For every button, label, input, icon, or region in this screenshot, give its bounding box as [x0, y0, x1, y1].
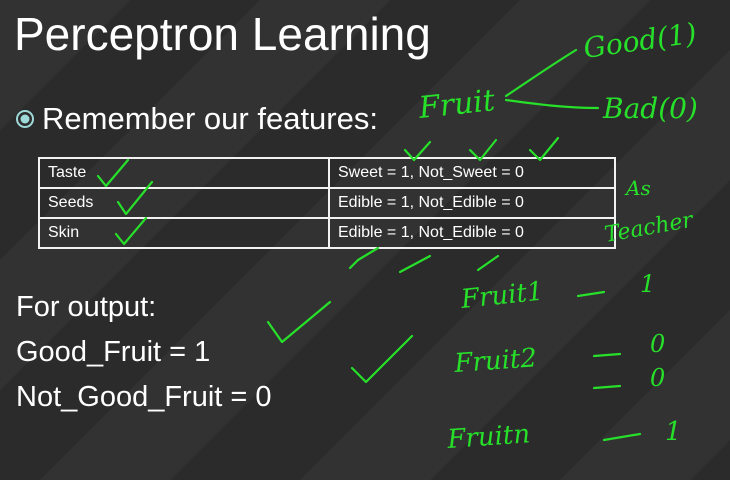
output-heading: For output:	[16, 291, 157, 323]
feature-name: Taste	[38, 157, 330, 189]
annotation-label-0b: 0	[650, 364, 665, 392]
annotation-fruit1: Fruit1	[459, 276, 545, 315]
bullet-remember-features: Remember our features:	[14, 100, 378, 138]
output-definition: For output: Good_Fruit = 1 Not_Good_Frui…	[16, 285, 272, 420]
feature-encoding: Sweet = 1, Not_Sweet = 0	[328, 157, 616, 189]
annotation-fruit2: Fruit2	[452, 343, 537, 379]
checkmark-bottom-1	[348, 246, 380, 270]
annotation-label-1a: 1	[640, 270, 655, 298]
feature-encoding: Edible = 1, Not_Edible = 0	[328, 187, 616, 219]
dash-fruitn	[602, 432, 642, 442]
feature-encoding: Edible = 1, Not_Edible = 0	[328, 217, 616, 249]
dash-fruit1	[576, 290, 606, 298]
circle-bullet-icon	[14, 108, 36, 130]
checkmark-output-1	[266, 300, 332, 344]
table-row: Taste Sweet = 1, Not_Sweet = 0	[38, 157, 616, 189]
checkmark-bottom-2	[398, 254, 432, 274]
annotation-label-1b: 1	[665, 417, 682, 447]
branch-line-good	[504, 48, 578, 98]
feature-name: Skin	[38, 217, 330, 249]
feature-name: Seeds	[38, 187, 330, 219]
branch-line-bad	[504, 98, 600, 110]
output-not-good: Not_Good_Fruit = 0	[16, 381, 272, 413]
annotation-teacher: Teacher	[603, 208, 697, 248]
dash-fruit2-a	[592, 352, 622, 358]
annotation-fruitn: Fruitn	[445, 419, 531, 455]
annotation-as: As	[624, 176, 651, 200]
checkmark-bottom-3	[476, 254, 500, 272]
dash-fruit2-b	[592, 384, 622, 390]
annotation-bad: Bad(0)	[602, 92, 698, 125]
slide: Perceptron Learning Remember our feature…	[0, 0, 730, 480]
table-row: Skin Edible = 1, Not_Edible = 0	[38, 217, 616, 249]
output-good: Good_Fruit = 1	[16, 336, 211, 368]
table-row: Seeds Edible = 1, Not_Edible = 0	[38, 187, 616, 219]
annotation-label-0a: 0	[650, 330, 665, 358]
annotation-good: Good(1)	[581, 16, 698, 64]
bullet-text: Remember our features:	[42, 101, 378, 136]
slide-title: Perceptron Learning	[14, 8, 431, 60]
checkmark-output-2	[350, 334, 414, 384]
features-table: Taste Sweet = 1, Not_Sweet = 0 Seeds Edi…	[38, 157, 616, 249]
annotation-fruit: Fruit	[416, 83, 497, 126]
